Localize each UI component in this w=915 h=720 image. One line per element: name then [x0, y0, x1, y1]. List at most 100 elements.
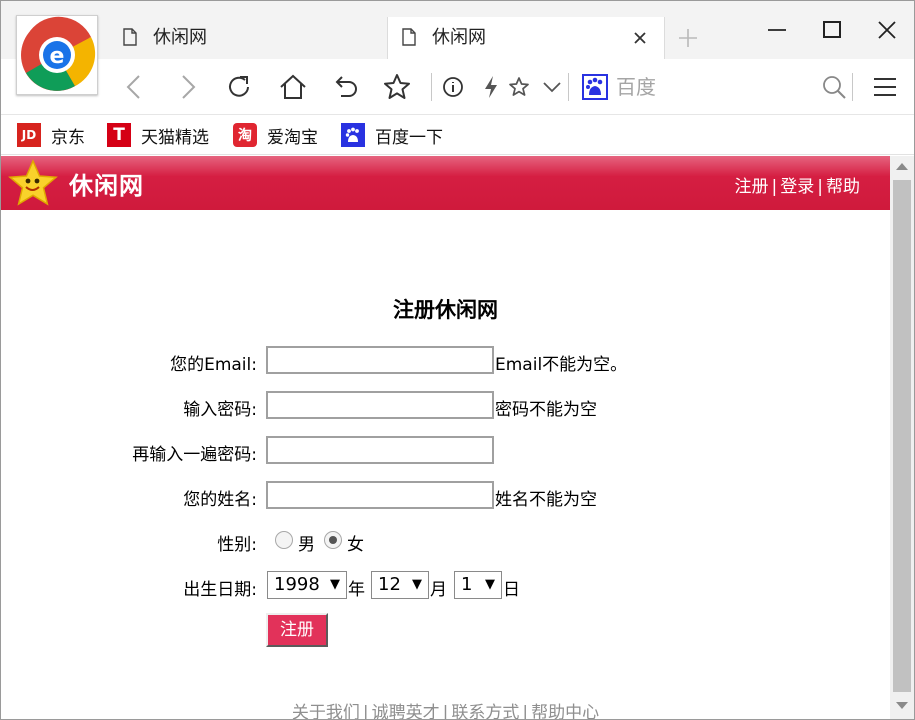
chevron-down-icon[interactable] — [536, 71, 568, 103]
footer-separator: | — [522, 703, 529, 720]
day-unit: 日 — [503, 580, 520, 600]
year-select[interactable]: 1998 ▼ — [267, 571, 347, 599]
footer-about-link[interactable]: 关于我们 — [292, 703, 360, 719]
tab-title: 休闲网 — [153, 27, 207, 48]
email-error: Email不能为空。 — [495, 355, 628, 375]
email-input[interactable] — [266, 346, 494, 374]
email-label: 您的Email: — [170, 355, 257, 375]
scroll-up-arrow-icon[interactable] — [896, 163, 908, 170]
gender-female-radio[interactable] — [324, 531, 342, 549]
maximize-icon[interactable] — [820, 19, 844, 41]
browser-toolbar: 百度 — [1, 59, 914, 115]
new-tab-icon[interactable] — [677, 27, 699, 49]
reload-icon[interactable] — [223, 71, 255, 103]
undo-icon[interactable] — [329, 71, 361, 103]
bookmark-taobao[interactable]: 淘 爱淘宝 — [233, 122, 318, 148]
name-row: 您的姓名: 姓名不能为空 — [1, 481, 890, 511]
close-tab-icon[interactable] — [632, 30, 648, 46]
confirm-password-row: 再输入一遍密码: — [1, 436, 890, 466]
document-icon — [123, 28, 137, 46]
bookmark-baidu[interactable]: 百度一下 — [341, 122, 443, 148]
vertical-scrollbar[interactable] — [890, 156, 914, 719]
toolbar-divider — [568, 73, 569, 101]
gender-male-label: 男 — [298, 535, 315, 555]
bookmark-label: 爱淘宝 — [267, 127, 318, 148]
site-footer: 关于我们 | 诚聘英才 | 联系方式 | 帮助中心 — [1, 698, 890, 720]
nav-help-link[interactable]: 帮助 — [826, 177, 860, 197]
search-icon[interactable] — [818, 71, 850, 103]
name-error: 姓名不能为空 — [495, 490, 597, 510]
toolbar-divider — [431, 73, 432, 101]
bookmark-star-icon[interactable] — [503, 71, 535, 103]
footer-jobs-link[interactable]: 诚聘英才 — [372, 703, 440, 719]
nav-separator: | — [817, 177, 823, 197]
password-input[interactable] — [266, 391, 494, 419]
bookmark-jd[interactable]: JD 京东 — [17, 122, 85, 148]
register-submit-button[interactable]: 注册 — [266, 613, 328, 647]
taobao-icon: 淘 — [233, 123, 257, 147]
home-icon[interactable] — [277, 71, 309, 103]
favorite-star-icon[interactable] — [381, 71, 413, 103]
footer-contact-link[interactable]: 联系方式 — [451, 703, 519, 719]
search-engine-label[interactable]: 百度 — [616, 73, 656, 101]
bookmark-label: 百度一下 — [375, 127, 443, 148]
month-select[interactable]: 12 ▼ — [371, 571, 429, 599]
browser-logo[interactable]: e — [16, 15, 98, 95]
scrollbar-thumb[interactable] — [893, 180, 911, 692]
toolbar-divider — [852, 73, 853, 101]
page-viewport: 休闲网 注册 | 登录 | 帮助 注册休闲网 您的Email: Email不能为空。 输… — [1, 156, 890, 720]
nav-login-link[interactable]: 登录 — [780, 177, 814, 197]
bookmark-label: 京东 — [51, 127, 85, 148]
birthday-label: 出生日期: — [183, 580, 257, 600]
year-unit: 年 — [348, 580, 365, 600]
tab-strip: e 休闲网 休闲网 — [1, 1, 914, 95]
confirm-password-input[interactable] — [266, 436, 494, 464]
scroll-down-arrow-icon[interactable] — [896, 702, 908, 709]
dropdown-arrow-icon: ▼ — [330, 577, 340, 592]
taobao-icon-text: 淘 — [238, 128, 252, 144]
browser-logo-icon: e — [21, 16, 96, 91]
gender-male-radio[interactable] — [275, 531, 293, 549]
document-icon — [402, 28, 416, 46]
info-icon[interactable] — [437, 71, 469, 103]
bookmark-label: 天猫精选 — [141, 127, 209, 148]
svg-text:e: e — [50, 44, 65, 69]
footer-separator: | — [362, 703, 369, 720]
name-input[interactable] — [266, 481, 494, 509]
year-value: 1998 — [274, 574, 320, 595]
password-label: 输入密码: — [183, 400, 257, 420]
jd-icon-text: JD — [21, 128, 37, 142]
menu-icon[interactable] — [869, 71, 901, 103]
footer-help-link[interactable]: 帮助中心 — [531, 703, 599, 719]
gender-row: 性别: 男 女 — [1, 526, 890, 556]
confirm-password-label: 再输入一遍密码: — [132, 445, 257, 465]
tab-title: 休闲网 — [432, 27, 486, 48]
tab-inactive[interactable]: 休闲网 — [101, 17, 387, 59]
bookmarks-bar: JD 京东 T 天猫精选 淘 爱淘宝 百度一下 — [1, 115, 914, 155]
minimize-icon[interactable] — [765, 19, 789, 41]
bookmark-tmall[interactable]: T 天猫精选 — [107, 122, 209, 148]
footer-separator: | — [442, 703, 449, 720]
day-select[interactable]: 1 ▼ — [454, 571, 502, 599]
jd-icon: JD — [17, 123, 41, 147]
gender-label: 性别: — [217, 535, 257, 555]
star-mascot-icon — [8, 159, 58, 206]
month-value: 12 — [378, 574, 401, 595]
site-name[interactable]: 休闲网 — [69, 166, 144, 201]
dropdown-arrow-icon: ▼ — [412, 577, 422, 592]
baidu-paw-icon[interactable] — [579, 71, 611, 103]
forward-icon[interactable] — [171, 71, 203, 103]
month-unit: 月 — [430, 580, 447, 600]
form-title: 注册休闲网 — [393, 298, 498, 322]
top-nav: 注册 | 登录 | 帮助 — [735, 172, 860, 197]
back-icon[interactable] — [119, 71, 151, 103]
password-error: 密码不能为空 — [495, 400, 597, 420]
gender-female-label: 女 — [347, 535, 364, 555]
tmall-icon-text: T — [113, 125, 125, 145]
tab-active[interactable]: 休闲网 — [387, 17, 665, 59]
nav-register-link[interactable]: 注册 — [735, 177, 769, 197]
close-window-icon[interactable] — [875, 19, 899, 41]
nav-separator: | — [771, 177, 778, 197]
name-label: 您的姓名: — [183, 490, 257, 510]
baidu-paw-icon — [341, 123, 365, 147]
